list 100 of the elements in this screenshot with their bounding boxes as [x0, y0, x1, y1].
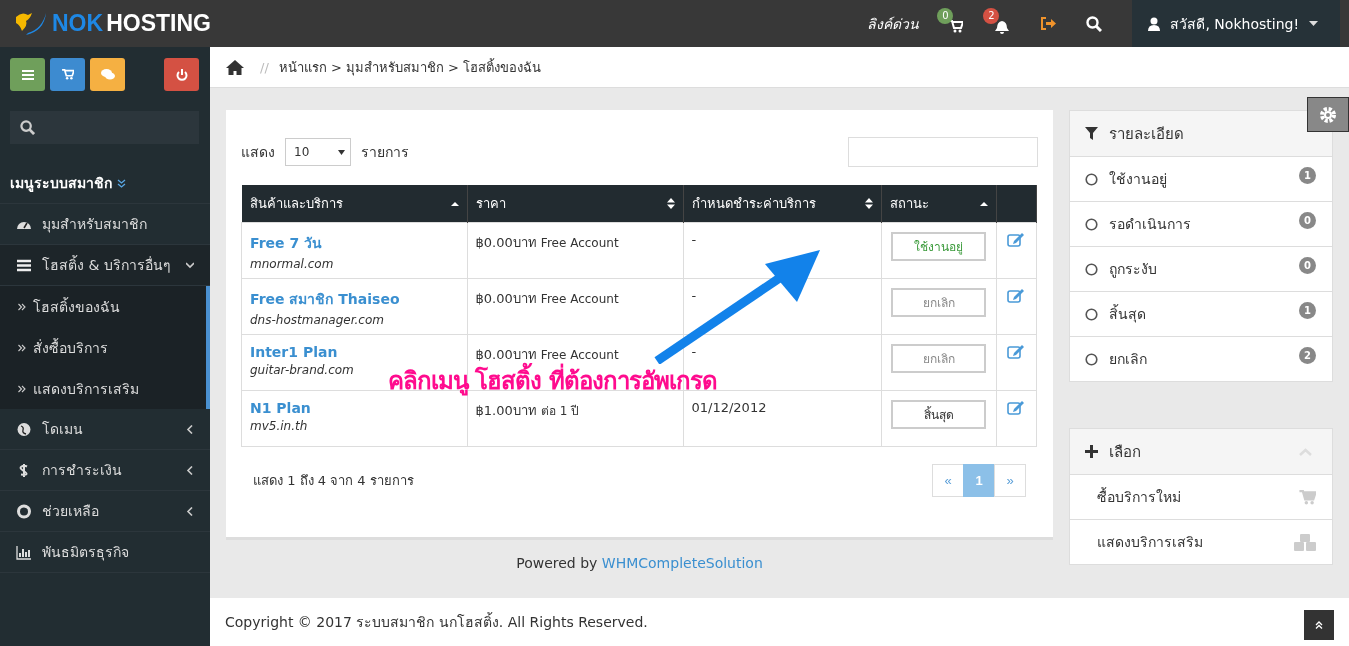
search-icon	[20, 120, 35, 135]
sidebar-item[interactable]: โดเมน	[0, 409, 210, 450]
sign-out-icon[interactable]	[1041, 17, 1057, 30]
domain-text: dns-hostmanager.com	[250, 313, 385, 327]
cart-button[interactable]	[50, 58, 85, 91]
billing-cycle-text: Free Account	[540, 292, 619, 306]
status-filter-item[interactable]: ยกเลิก 2	[1070, 336, 1332, 381]
domain-text: guitar-brand.com	[250, 363, 355, 377]
price-text: ฿0.00บาท	[475, 235, 537, 250]
double-chevron-icon	[18, 384, 26, 393]
price-text: ฿1.00บาท	[475, 403, 537, 418]
action-item[interactable]: ซื้อบริการใหม่	[1070, 474, 1332, 519]
due-date-text: 01/12/2012	[691, 400, 767, 415]
user-menu[interactable]: สวัสดี, Nokhosting!	[1132, 0, 1340, 47]
user-icon	[1148, 16, 1161, 31]
edit-icon[interactable]	[1007, 288, 1026, 303]
panel-title: เลือก	[1109, 441, 1141, 463]
cart-icon	[1299, 489, 1316, 505]
radio-icon	[1085, 352, 1098, 366]
cart-count-badge: 0	[937, 8, 954, 24]
column-header[interactable]: สินค้าและบริการ	[241, 185, 467, 223]
column-header[interactable]: ราคา	[467, 185, 683, 223]
bell-icon[interactable]	[995, 19, 1010, 34]
filter-field[interactable]	[848, 137, 1038, 167]
caret-icon	[338, 149, 345, 155]
double-chevron-icon	[18, 343, 26, 352]
submenu-item[interactable]: สั่งซื้อบริการ	[0, 327, 206, 368]
submenu-item[interactable]: โฮสติ้งของฉัน	[0, 286, 206, 327]
user-greeting: สวัสดี, Nokhosting!	[1170, 14, 1299, 34]
sidebar-item[interactable]: พันธมิตรธุรกิจ	[0, 532, 210, 573]
chat-icon	[100, 69, 115, 80]
search-icon[interactable]	[1086, 15, 1103, 32]
due-date-text: -	[691, 344, 697, 359]
cart-icon	[61, 69, 74, 80]
billing-cycle-text: Free Account	[540, 236, 619, 250]
scroll-top-button[interactable]	[1304, 610, 1334, 640]
annotation-text: คลิกเมนู โฮสติ้ง ที่ต้องการอัพเกรด	[388, 362, 717, 400]
radio-icon	[1085, 172, 1098, 186]
list-icon	[16, 257, 32, 273]
search-field[interactable]	[10, 111, 199, 144]
sidebar-item[interactable]: ช่วยเหลือ	[0, 491, 210, 532]
status-filter-item[interactable]: รอดำเนินการ 0	[1070, 201, 1332, 246]
power-icon	[175, 68, 188, 81]
count-badge: 1	[1299, 301, 1316, 319]
column-header[interactable]: สถานะ	[881, 185, 996, 223]
status-filter-item[interactable]: ถูกระงับ 0	[1070, 246, 1332, 291]
power-button[interactable]	[164, 58, 199, 91]
submenu-item[interactable]: แสดงบริการเสริม	[0, 368, 206, 409]
table-info-text: แสดง 1 ถึง 4 จาก 4 รายการ	[253, 472, 414, 490]
powered-by-text: Powered by	[516, 555, 598, 571]
status-filter-item[interactable]: ใช้งานอยู่ 1	[1070, 156, 1332, 201]
status-label: ยกเลิก	[891, 288, 986, 317]
billing-cycle-text: Free Account	[540, 348, 619, 362]
cart-icon[interactable]	[949, 20, 964, 33]
quick-links-link[interactable]: ลิงค์ด่วน	[867, 12, 920, 35]
entries-label: รายการ	[361, 143, 409, 162]
chat-button[interactable]	[90, 58, 125, 91]
logo-text: HOSTING	[106, 10, 211, 37]
page-size-select[interactable]: 10	[285, 138, 351, 166]
due-date-text: -	[691, 288, 697, 303]
action-item[interactable]: แสดงบริการเสริม	[1070, 519, 1332, 564]
domain-text: mnormal.com	[250, 257, 335, 271]
edit-icon[interactable]	[1007, 344, 1026, 359]
cubes-icon	[1294, 533, 1316, 551]
logo-text: NOK	[52, 10, 104, 37]
count-badge: 1	[1299, 166, 1316, 184]
sidebar-item[interactable]: โฮสติ้ง & บริการอื่นๆ	[0, 245, 210, 286]
column-header[interactable]: กำหนดชำระค่าบริการ	[683, 185, 881, 223]
bird-logo-icon	[14, 10, 48, 37]
price-text: ฿0.00บาท	[475, 347, 537, 362]
double-chevron-icon	[18, 302, 26, 311]
home-icon[interactable]	[226, 59, 244, 75]
settings-icon	[1319, 105, 1337, 124]
breadcrumb-separator: //	[260, 59, 269, 75]
menu-icon	[21, 69, 34, 80]
radio-icon	[1085, 262, 1098, 276]
radio-icon	[1085, 307, 1098, 321]
bar-chart-icon	[16, 544, 32, 560]
due-date-text: -	[691, 232, 697, 247]
menu-button[interactable]	[10, 58, 45, 91]
lifebuoy-icon	[16, 503, 32, 519]
count-badge: 0	[1299, 256, 1316, 274]
notification-badge: 2	[983, 7, 1000, 24]
status-filter-item[interactable]: สิ้นสุด 1	[1070, 291, 1332, 336]
sidebar-item[interactable]: การชำระเงิน	[0, 450, 210, 491]
panel-title: รายละเอียด	[1109, 123, 1184, 145]
count-badge: 0	[1299, 211, 1316, 229]
radio-icon	[1085, 217, 1098, 231]
count-badge: 2	[1299, 346, 1316, 364]
menu-heading: เมนูระบบสมาชิก	[10, 174, 112, 194]
domain-text: mv5.in.th	[250, 419, 309, 433]
copyright-text: Copyright © 2017 ระบบสมาชิก นกโฮสติ้ง. All Rights Reserved.	[225, 611, 648, 632]
edit-icon[interactable]	[1007, 400, 1026, 415]
settings-button[interactable]	[1307, 97, 1349, 132]
chevron-up-icon	[1299, 447, 1312, 456]
double-chevron-up-icon	[1315, 621, 1323, 629]
edit-icon[interactable]	[1007, 232, 1026, 247]
status-label: ใช้งานอยู่	[891, 232, 986, 261]
caret-icon	[1309, 21, 1318, 26]
show-label: แสดง	[241, 143, 275, 162]
